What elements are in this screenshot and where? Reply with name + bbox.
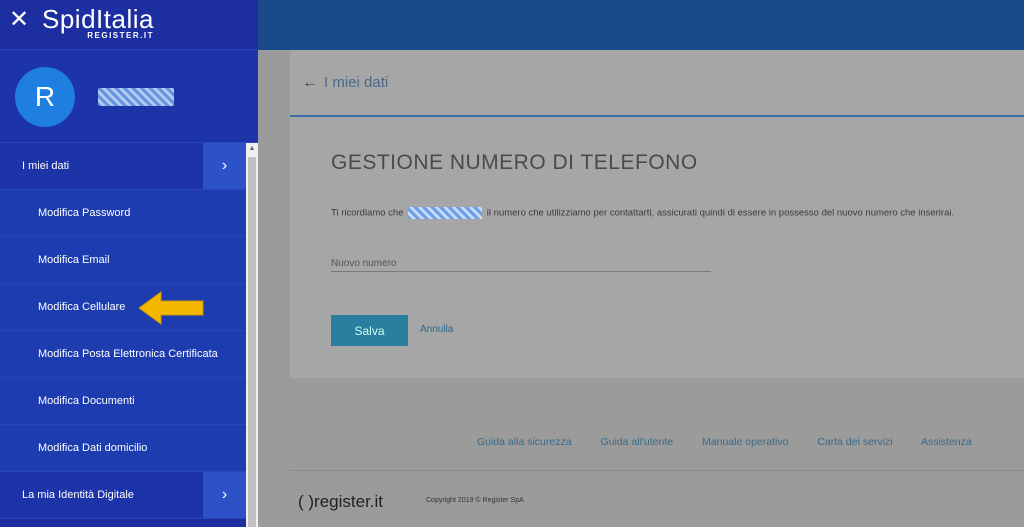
footer-links: Guida alla sicurezza Guida all'utente Ma… (477, 436, 998, 448)
arrow-left-icon: ← (302, 74, 318, 91)
description-end: il numero che utilizziamo per contattart… (486, 207, 955, 219)
sidebar-item-label: I miei dati (22, 160, 70, 172)
scroll-thumb[interactable] (248, 157, 256, 527)
footer-link-manuale[interactable]: Manuale operativo (702, 436, 788, 448)
highlight-arrow-icon (138, 291, 204, 325)
sidebar-item-identita-digitale[interactable]: La mia Identità Digitale › (0, 472, 246, 519)
copyright: Copyright 2019 © Register SpA (426, 497, 524, 504)
sidebar-item-label: Modifica Cellulare (38, 301, 126, 313)
sidebar-item-label: Modifica Posta Elettronica Certificata (38, 348, 218, 360)
sidebar-item-modifica-documenti[interactable]: Modifica Documenti (0, 378, 246, 425)
user-profile: R (0, 50, 258, 143)
divider (290, 115, 1024, 117)
footer-divider (290, 470, 1024, 471)
sidebar-item-label: Modifica Dati domicilio (38, 442, 148, 454)
description-start: Ti ricordiamo che (331, 207, 404, 219)
redacted-username (98, 88, 174, 106)
avatar: R (15, 67, 75, 127)
page-title: GESTIONE NUMERO DI TELEFONO (331, 151, 698, 174)
sidebar-item-label: Modifica Password (38, 207, 131, 219)
cancel-button[interactable]: Annulla (420, 324, 453, 335)
chevron-right-icon[interactable]: › (203, 472, 246, 518)
back-label: I miei dati (324, 74, 389, 91)
sidebar-item-label: Modifica Email (38, 254, 110, 266)
footer-link-sicurezza[interactable]: Guida alla sicurezza (477, 436, 572, 448)
footer-link-assistenza[interactable]: Assistenza (921, 436, 972, 448)
back-link[interactable]: ← I miei dati (302, 74, 388, 92)
spid-logo: SpidItalia REGISTER.IT (42, 4, 154, 40)
sidebar-item-i-miei-dati[interactable]: I miei dati › (0, 143, 246, 190)
sidebar-item-modifica-cellulare[interactable]: Modifica Cellulare (0, 284, 246, 331)
sidebar-scrollbar[interactable]: ▲ (246, 143, 258, 527)
sidebar-item-label: La mia Identità Digitale (22, 489, 134, 501)
register-logo: ( )register.it (298, 492, 384, 511)
save-button[interactable]: Salva (331, 315, 408, 346)
new-number-input[interactable]: Nuovo numero (331, 252, 711, 272)
sidebar-item-modifica-pec[interactable]: Modifica Posta Elettronica Certificata (0, 331, 246, 378)
sidebar-menu: I miei dati › Modifica Password Modifica… (0, 143, 246, 519)
description: Ti ricordiamo che il numero che utilizzi… (331, 207, 954, 219)
sidebar-item-label: Modifica Documenti (38, 395, 135, 407)
redacted-phone (408, 207, 483, 219)
sidebar-item-modifica-password[interactable]: Modifica Password (0, 190, 246, 237)
footer-link-carta-servizi[interactable]: Carta dei servizi (817, 436, 892, 448)
footer-link-guida-utente[interactable]: Guida all'utente (600, 436, 673, 448)
sidebar-header: ✕ SpidItalia REGISTER.IT (0, 0, 258, 50)
sidebar-item-modifica-email[interactable]: Modifica Email (0, 237, 246, 284)
scroll-up-icon[interactable]: ▲ (246, 143, 258, 155)
chevron-right-icon[interactable]: › (203, 143, 246, 189)
sidebar-item-modifica-domicilio[interactable]: Modifica Dati domicilio (0, 425, 246, 472)
new-number-placeholder: Nuovo numero (331, 258, 397, 269)
close-icon[interactable]: ✕ (8, 8, 30, 32)
